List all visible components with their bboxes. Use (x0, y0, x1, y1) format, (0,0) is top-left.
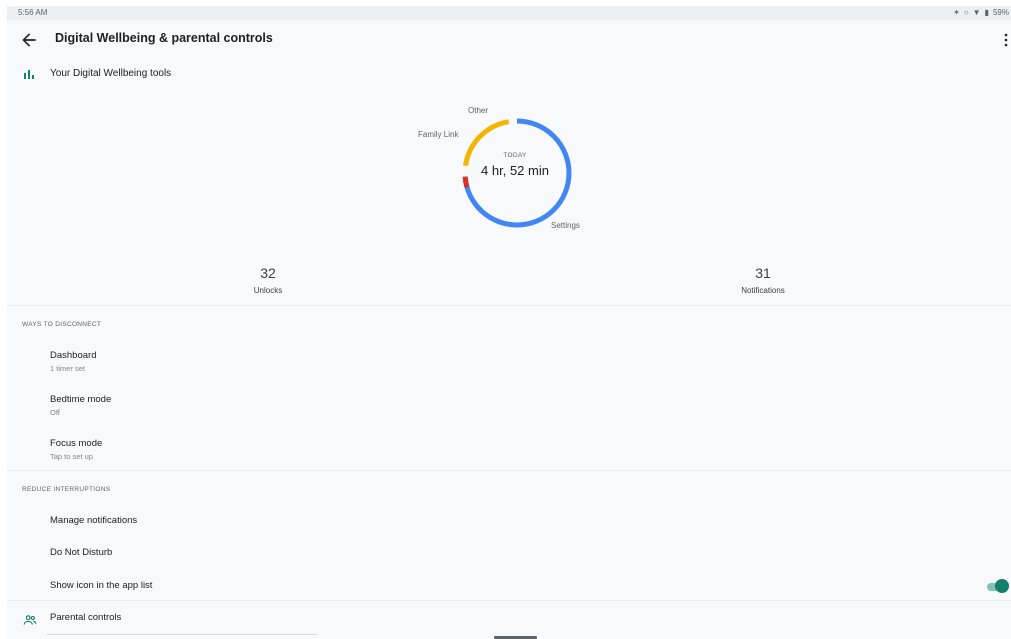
wellbeing-tools-label: Your Digital Wellbeing tools (50, 68, 172, 79)
today-label: TODAY (503, 152, 527, 159)
toggle-thumb (995, 579, 1009, 593)
list-item-title: Show icon in the app list (50, 580, 153, 591)
list-item-subtitle: Off (50, 408, 60, 417)
list-item-title: Parental controls (50, 612, 122, 623)
app-bar: Digital Wellbeing & parental controls (7, 20, 1011, 60)
wifi-icon: ▼ (972, 8, 981, 17)
list-item-subtitle: Tap to set up (50, 452, 93, 461)
status-bar: 5:56 AM ✶ ○ ▼ ▮ 59% (7, 6, 1011, 20)
rotate-icon: ○ (963, 8, 969, 17)
wellbeing-tools-row[interactable]: Your Digital Wellbeing tools (7, 64, 1011, 86)
bluetooth-icon: ✶ (953, 8, 960, 17)
list-item-title: Bedtime mode (50, 394, 112, 405)
more-vert-icon[interactable] (1003, 32, 1009, 48)
divider (7, 600, 1011, 601)
total-screen-time: 4 hr, 52 min (481, 163, 549, 178)
notifications-label: Notifications (741, 286, 785, 295)
battery-level: 59% (992, 8, 1009, 17)
page-title: Digital Wellbeing & parental controls (55, 31, 273, 45)
section-header-ways-to-disconnect: WAYS TO DISCONNECT (22, 321, 102, 328)
divider (7, 470, 1011, 471)
divider (7, 305, 1011, 306)
segment-label-other: Other (468, 106, 489, 115)
status-icons: ✶ ○ ▼ ▮ 59% (953, 8, 1009, 17)
list-item-subtitle: 1 timer set (50, 364, 86, 373)
bar-chart-icon (24, 70, 34, 79)
notifications-value: 31 (755, 265, 771, 281)
screen: 5:56 AM ✶ ○ ▼ ▮ 59% Digital Wellbeing & … (7, 6, 1011, 639)
show-icon-toggle[interactable] (987, 579, 1009, 595)
list-item-title: Do Not Disturb (50, 547, 113, 558)
section-header-reduce-interruptions: REDUCE INTERRUPTIONS (22, 486, 111, 493)
segment-label-family-link: Family Link (418, 130, 459, 139)
list-item-title: Focus mode (50, 438, 103, 449)
list-item-title: Manage notifications (50, 515, 138, 526)
unlocks-value: 32 (260, 265, 276, 281)
list-item-title: Dashboard (50, 350, 97, 361)
status-time: 5:56 AM (18, 8, 48, 17)
unlocks-label: Unlocks (253, 286, 283, 295)
battery-icon: ▮ (984, 8, 989, 17)
supervisor-account-icon (23, 615, 37, 625)
divider (47, 634, 317, 635)
segment-label-settings: Settings (551, 221, 580, 230)
arrow-back-icon[interactable] (19, 30, 39, 50)
